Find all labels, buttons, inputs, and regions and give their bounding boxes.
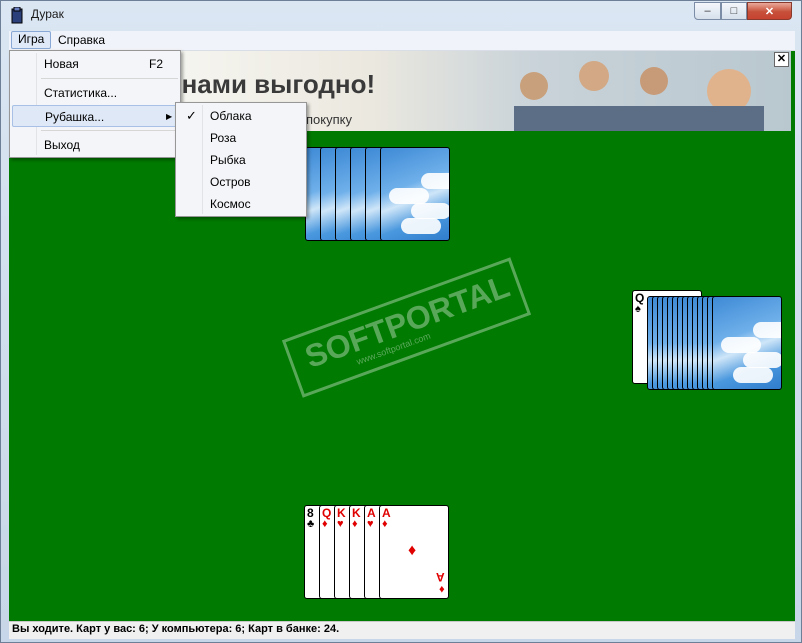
back-option-space[interactable]: Космос xyxy=(178,193,304,215)
back-option-island[interactable]: Остров xyxy=(178,171,304,193)
opponent-card xyxy=(380,147,450,241)
back-option-fish[interactable]: Рыбка xyxy=(178,149,304,171)
menu-item-stats-label: Статистика... xyxy=(44,86,118,100)
back-option-clouds-label: Облака xyxy=(210,109,252,123)
card-corner-suit: ♦ xyxy=(439,583,445,595)
minimize-button[interactable]: – xyxy=(694,2,721,20)
watermark: SOFTPORTAL www.softportal.com xyxy=(281,257,532,398)
menu-item-exit[interactable]: Выход xyxy=(12,134,178,156)
card-suit: ♥ xyxy=(337,518,344,530)
watermark-text: SOFTPORTAL xyxy=(300,267,515,375)
submenu-arrow-icon: ▶ xyxy=(166,112,173,121)
title-bar[interactable]: Дурак – □ ✕ xyxy=(1,1,801,30)
menu-item-card-back-label: Рубашка... xyxy=(45,110,105,124)
maximize-button[interactable]: □ xyxy=(721,2,747,20)
menu-game[interactable]: Игра xyxy=(11,31,52,49)
app-window: Дурак – □ ✕ Игра Справка - с нами выгодн… xyxy=(0,0,802,643)
card-suit: ♥ xyxy=(367,518,374,530)
menu-item-exit-label: Выход xyxy=(44,138,80,152)
menu-bar: Игра Справка xyxy=(9,31,795,51)
trump-suit: ♠ xyxy=(635,303,641,315)
banner-close-button[interactable]: ✕ xyxy=(774,52,789,67)
minimize-icon: – xyxy=(704,5,711,17)
player-card[interactable]: A ♦ ♦ A ♦ xyxy=(379,505,449,599)
game-menu-dropdown: Новая F2 Статистика... Рубашка... ▶ Выхо… xyxy=(9,50,181,158)
menu-item-card-back[interactable]: Рубашка... ▶ xyxy=(12,105,178,127)
back-option-fish-label: Рыбка xyxy=(210,153,246,167)
window-title: Дурак xyxy=(31,7,64,21)
app-icon xyxy=(11,7,23,24)
menu-item-stats[interactable]: Статистика... xyxy=(12,82,178,104)
deck-card xyxy=(712,296,782,390)
back-option-space-label: Космос xyxy=(210,197,251,211)
menu-item-new-label: Новая xyxy=(44,57,79,71)
banner-photo xyxy=(514,61,764,131)
back-option-clouds[interactable]: ✓ Облака xyxy=(178,105,304,127)
card-suit: ♦ xyxy=(352,518,358,530)
close-icon: ✕ xyxy=(764,5,775,18)
back-option-island-label: Остров xyxy=(210,175,251,189)
card-corner-rank: A xyxy=(436,570,445,584)
status-bar: Вы ходите. Карт у вас: 6; У компьютера: … xyxy=(9,621,795,639)
menu-item-new[interactable]: Новая F2 xyxy=(12,53,178,75)
menu-item-new-shortcut: F2 xyxy=(149,57,164,71)
card-back-submenu: ✓ Облака Роза Рыбка Остров Космос xyxy=(175,102,307,217)
close-button[interactable]: ✕ xyxy=(747,2,792,20)
check-icon: ✓ xyxy=(186,108,197,123)
status-text: Вы ходите. Карт у вас: 6; У компьютера: … xyxy=(12,623,340,635)
back-option-rose[interactable]: Роза xyxy=(178,127,304,149)
card-suit: ♦ xyxy=(322,518,328,530)
back-option-rose-label: Роза xyxy=(210,131,237,145)
card-suit: ♦ xyxy=(382,518,388,530)
card-center-suit: ♦ xyxy=(408,542,417,559)
menu-help[interactable]: Справка xyxy=(52,32,111,48)
maximize-icon: □ xyxy=(730,5,738,17)
card-suit: ♣ xyxy=(307,518,315,530)
